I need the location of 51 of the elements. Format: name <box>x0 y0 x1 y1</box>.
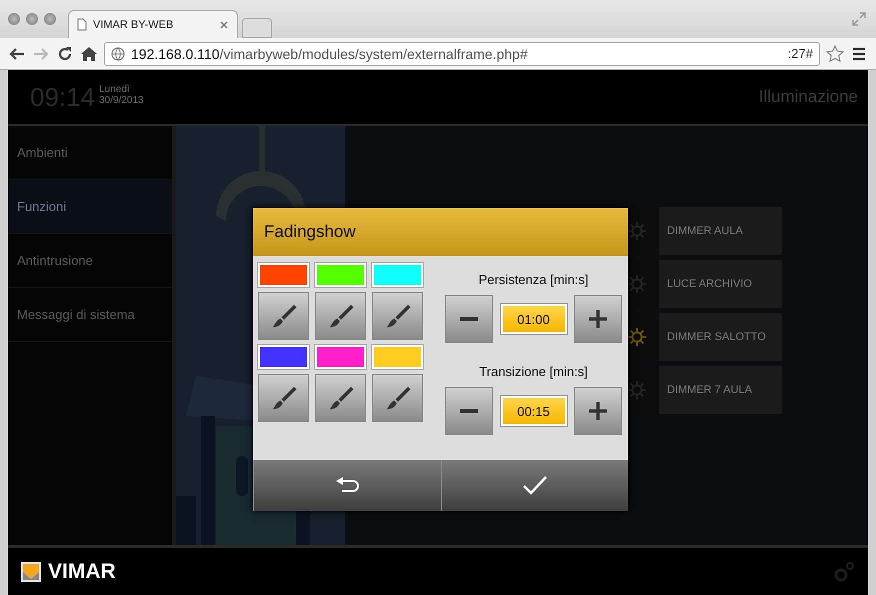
value-field[interactable]: 00:15 <box>500 396 566 426</box>
close-icon[interactable] <box>219 20 229 30</box>
device-button[interactable]: DIMMER AULA <box>659 207 782 255</box>
paint-button[interactable] <box>315 292 366 340</box>
color-swatch[interactable] <box>258 263 309 287</box>
increase-button[interactable] <box>574 387 622 435</box>
stepper-label: Transizione [min:s] <box>478 362 589 381</box>
stepper-label: Persistenza [min:s] <box>478 270 590 289</box>
color-swatch[interactable] <box>372 345 423 369</box>
fullscreen-icon[interactable] <box>852 12 866 26</box>
device-button[interactable]: DIMMER 7 AULA <box>659 366 782 414</box>
sidebar-item[interactable]: Antintrusione <box>8 234 172 288</box>
reload-icon[interactable] <box>56 44 74 62</box>
confirm-button[interactable] <box>440 460 628 511</box>
date-label: 30/9/2013 <box>99 95 144 106</box>
plus-icon <box>587 400 609 422</box>
color-swatch[interactable] <box>258 345 309 369</box>
window-zoom-button[interactable] <box>44 13 56 25</box>
globe-icon <box>111 46 125 60</box>
minus-icon <box>459 317 479 321</box>
weekday-label: Lunedì <box>99 84 131 95</box>
paint-button[interactable] <box>372 292 423 340</box>
device-button[interactable]: LUCE ARCHIVIO <box>659 260 782 308</box>
address-field[interactable]: 192.168.0.110/vimarbyweb/modules/system/externalframe.php# :27# <box>104 42 820 66</box>
color-swatch[interactable] <box>315 345 366 369</box>
logo-icon <box>20 560 42 582</box>
plus-icon <box>587 308 609 330</box>
device-button[interactable]: DIMMER SALOTTO <box>659 313 782 361</box>
paint-button[interactable] <box>315 374 366 422</box>
page-title: Illuminazione <box>758 87 858 107</box>
page-icon <box>77 18 87 31</box>
brand-name: VIMAR <box>48 560 116 584</box>
window-close-button[interactable] <box>8 13 20 25</box>
back-button[interactable] <box>253 460 440 511</box>
color-swatch[interactable] <box>372 263 423 287</box>
paint-button[interactable] <box>258 374 309 422</box>
window-minimize-button[interactable] <box>26 13 38 25</box>
paint-button[interactable] <box>258 292 309 340</box>
browser-tab[interactable]: VIMAR BY-WEB <box>68 10 238 38</box>
sidebar-item[interactable]: Messaggi di sistema <box>8 288 172 342</box>
decrease-button[interactable] <box>445 387 493 435</box>
dialog-title: Fadingshow <box>253 208 628 256</box>
decrease-button[interactable] <box>445 295 493 343</box>
paint-button[interactable] <box>372 374 423 422</box>
home-icon[interactable] <box>80 44 98 62</box>
sidebar-item[interactable]: Funzioni <box>8 180 172 234</box>
increase-button[interactable] <box>574 295 622 343</box>
color-swatch[interactable] <box>315 263 366 287</box>
minus-icon <box>459 409 479 413</box>
value-field[interactable]: 01:00 <box>500 304 566 334</box>
star-icon[interactable] <box>826 44 844 62</box>
